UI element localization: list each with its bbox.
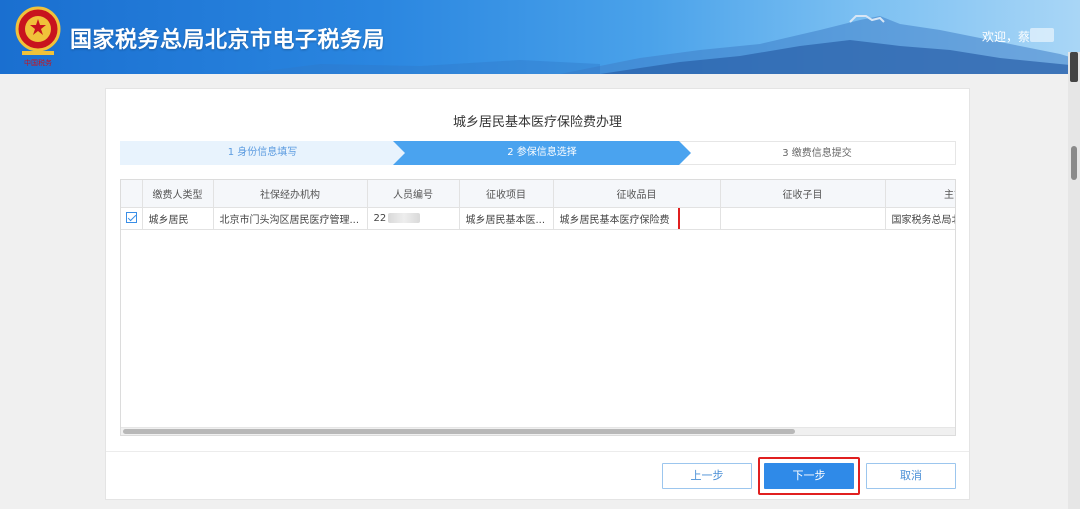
column-header: 征收项目: [459, 180, 554, 208]
cancel-button[interactable]: 取消: [866, 463, 956, 489]
column-header: 社保经办机构: [213, 180, 368, 208]
prev-step-button[interactable]: 上一步: [662, 463, 752, 489]
welcome-text: 欢迎，蔡: [982, 30, 1031, 44]
step-insurance-select: 2 参保信息选择: [393, 141, 691, 165]
levy-subitem-cell: [720, 207, 886, 230]
column-header: 征收子目: [720, 180, 886, 208]
agency-cell: 北京市门头沟区居民医疗管理...: [213, 207, 368, 230]
column-header: 缴费人类型: [142, 180, 214, 208]
row-checkbox[interactable]: [125, 212, 137, 224]
table-header-row: 缴费人类型 社保经办机构 人员编号 征收项目 征收品目 征收子目 主管: [121, 180, 955, 208]
person-id-cell: 22: [367, 207, 460, 230]
footer-divider: [106, 451, 969, 452]
scrollbar-handle[interactable]: [1070, 52, 1078, 82]
step-indicator: 1 身份信息填写 3 缴费信息提交 2 参保信息选择: [120, 141, 956, 165]
step-identity-info: 1 身份信息填写: [120, 141, 405, 165]
table-row[interactable]: 城乡居民 北京市门头沟区居民医疗管理... 22 城乡居民基本医... 城乡居民…: [121, 207, 955, 230]
page-title: 城乡居民基本医疗保险费办理: [452, 115, 622, 130]
page-scrollbar[interactable]: [1068, 52, 1080, 509]
row-select-cell[interactable]: [121, 207, 143, 230]
svg-text:中国税务: 中国税务: [24, 58, 52, 67]
column-header: 主管: [885, 180, 955, 208]
levy-category-highlight: [553, 207, 680, 228]
authority-cell: 国家税务总局北: [885, 207, 955, 230]
next-button-highlight: [758, 457, 860, 495]
levy-category-cell: 城乡居民基本医疗保险费: [553, 207, 721, 230]
header-checkbox-column: [121, 180, 143, 208]
column-header: 人员编号: [367, 180, 460, 208]
step-payment-submit: 3 缴费信息提交: [678, 141, 956, 165]
site-header: 中国税务 国家税务总局北京市电子税务局 欢迎，蔡: [0, 0, 1080, 74]
person-id-mask: [388, 212, 421, 223]
scrollbar-thumb[interactable]: [1071, 146, 1077, 180]
payer-type-cell: 城乡居民: [142, 207, 214, 230]
main-panel: 城乡居民基本医疗保险费办理 1 身份信息填写 3 缴费信息提交 2 参保信息选择…: [105, 88, 970, 500]
table-horizontal-scrollbar[interactable]: [121, 427, 955, 435]
tax-emblem-icon: 中国税务: [15, 6, 61, 67]
levy-item-cell: 城乡居民基本医...: [459, 207, 554, 230]
column-header: 征收品目: [553, 180, 721, 208]
person-id-text: 22: [373, 212, 387, 224]
insurance-table: 缴费人类型 社保经办机构 人员编号 征收项目 征收品目 征收子目 主管 城乡居民…: [120, 179, 956, 436]
site-title: 国家税务总局北京市电子税务局: [70, 28, 386, 53]
user-name-mask: [1030, 28, 1054, 42]
table-scrollbar-thumb[interactable]: [123, 429, 795, 434]
